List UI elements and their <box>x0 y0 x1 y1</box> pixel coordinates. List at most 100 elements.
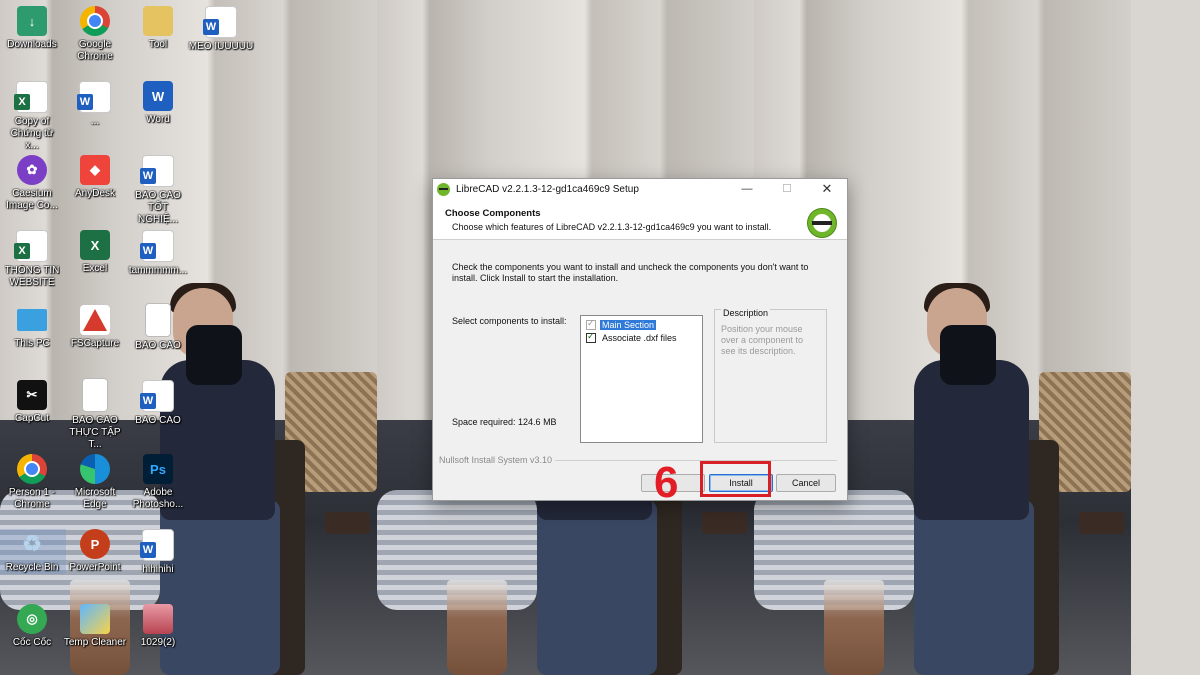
branding-divider <box>555 460 837 461</box>
desktop-icon-anydesk[interactable]: ◆ AnyDesk <box>61 155 129 200</box>
word-document-icon <box>140 230 174 262</box>
desktop-icon-excel[interactable]: X Excel <box>61 230 129 275</box>
desktop-icon-label: Person 1 - Chrome <box>8 487 56 510</box>
component-label: Main Section <box>598 319 658 331</box>
desktop-icon-temp-cleaner[interactable]: Temp Cleaner <box>61 604 129 649</box>
component-associate-dxf[interactable]: Associate .dxf files <box>586 331 679 344</box>
nsis-branding: Nullsoft Install System v3.10 <box>439 455 553 465</box>
desktop-icon-label: Cốc Cốc <box>12 637 52 648</box>
description-groupbox: Description Position your mouse over a c… <box>714 308 827 443</box>
desktop-icon-this-pc[interactable]: This PC <box>0 305 66 350</box>
this-pc-icon <box>17 309 47 331</box>
desktop-icon-label: BÁO CÁO THỰC TẬP T... <box>69 415 121 450</box>
desktop-icon-label: 1029(2) <box>140 637 176 648</box>
desktop-icon-label: THÔNG TIN WEBSITE <box>4 265 60 288</box>
anydesk-icon: ◆ <box>80 155 110 185</box>
component-main-section[interactable]: Main Section <box>586 318 658 331</box>
desktop-icon-bao-cao-tot-nghiep[interactable]: BÁO CÁO TỐT NGHIỆ... <box>124 155 192 226</box>
excel-document-icon <box>14 230 48 262</box>
desktop-icon-label: FSCapture <box>70 338 120 349</box>
desktop-icon-label: Adobe Photosho... <box>132 487 184 510</box>
desktop-icon-meo[interactable]: MEO IUUUUU <box>187 6 255 53</box>
caesium-icon: ✿ <box>17 155 47 185</box>
desktop-icon-label: MEO IUUUUU <box>188 41 254 52</box>
cancel-button[interactable]: Cancel <box>776 474 836 492</box>
header-title: Choose Components <box>445 208 541 219</box>
desktop-icon-label: Tool <box>148 39 168 50</box>
desktop-icon-label: Recycle Bin <box>5 562 59 573</box>
desktop-icon-word[interactable]: W Word <box>124 81 192 126</box>
maximize-button[interactable]: ☐ <box>767 179 807 199</box>
word-document-icon <box>140 155 174 187</box>
downloads-folder-icon: ↓ <box>17 6 47 36</box>
excel-app-icon: X <box>80 230 110 260</box>
desktop-icon-1029[interactable]: 1029(2) <box>124 604 192 649</box>
coccoc-icon: ◎ <box>17 604 47 634</box>
description-text: Position your mouse over a component to … <box>721 324 804 356</box>
document-page-icon <box>145 303 171 337</box>
desktop-icon-label: BÁO CÁO <box>135 415 181 426</box>
minimize-button[interactable]: — <box>727 179 767 199</box>
installer-dialog: LibreCAD v2.2.1.3-12-gd1ca469c9 Setup — … <box>432 178 848 501</box>
dialog-titlebar[interactable]: LibreCAD v2.2.1.3-12-gd1ca469c9 Setup — … <box>433 179 847 199</box>
librecad-logo-icon <box>807 208 837 238</box>
edge-icon <box>80 454 110 484</box>
desktop-icon-label: Microsoft Edge <box>74 487 116 510</box>
desktop-icon-label: Excel <box>82 263 108 274</box>
chrome-profile-icon <box>17 454 47 484</box>
desktop-icon-bao-cao-thuc-tap[interactable]: BÁO CÁO THỰC TẬP T... <box>61 378 129 451</box>
document-page-icon <box>82 378 108 412</box>
desktop-icon-label: hihihihi <box>142 564 174 575</box>
desktop-icon-label: This PC <box>14 338 50 349</box>
desktop-icon-label: BÁO CÁO <box>135 340 181 351</box>
desktop-icon-fscapture[interactable]: FSCapture <box>61 305 129 350</box>
folder-icon <box>143 6 173 36</box>
desktop-icon-label: ... <box>90 116 100 127</box>
desktop-icon-hihihihi[interactable]: hihihihi <box>124 529 192 576</box>
desktop-icon-label: tammmmm... <box>128 265 188 276</box>
desktop-icon-label: Word <box>146 114 170 125</box>
excel-document-icon <box>14 81 48 113</box>
desktop-icon-coccoc[interactable]: ◎ Cốc Cốc <box>0 604 66 649</box>
word-document-icon <box>77 81 111 113</box>
desktop-icon-bao-cao-2[interactable]: BÁO CÁO <box>124 380 192 427</box>
desktop-icon-label: PowerPoint <box>69 562 121 573</box>
fscapture-icon <box>80 305 110 335</box>
photoshop-icon: Ps <box>143 454 173 484</box>
powerpoint-icon: P <box>80 529 110 559</box>
desktop-icon-recycle-bin[interactable]: ♻ Recycle Bin <box>0 529 66 574</box>
desktop-icon-label: Downloads <box>7 39 57 50</box>
recycle-bin-icon: ♻ <box>22 531 42 556</box>
desktop-icon-microsoft-edge[interactable]: Microsoft Edge <box>61 454 129 511</box>
chrome-icon <box>80 6 110 36</box>
components-tree[interactable]: Main Section Associate .dxf files <box>580 315 703 443</box>
description-title: Description <box>721 308 771 318</box>
desktop-icon-person-chrome[interactable]: Person 1 - Chrome <box>0 454 66 511</box>
desktop-icon-powerpoint[interactable]: P PowerPoint <box>61 529 129 574</box>
desktop-icon-label: Google Chrome <box>77 39 113 62</box>
desktop-icon-google-chrome[interactable]: Google Chrome <box>61 6 129 63</box>
word-document-icon <box>140 380 174 412</box>
desktop-icon-label: Copy of Chứng từ x... <box>10 116 54 151</box>
desktop-icon-label: Caesium Image Co... <box>6 188 58 211</box>
main-section-checkbox <box>586 318 596 330</box>
intro-text: Check the components you want to install… <box>452 262 809 283</box>
desktop-icon-photoshop[interactable]: Ps Adobe Photosho... <box>124 454 192 511</box>
desktop-icon-caesium[interactable]: ✿ Caesium Image Co... <box>0 155 66 212</box>
desktop-icon-capcut[interactable]: ✂ CapCut <box>0 380 66 425</box>
desktop-icon-downloads[interactable]: ↓ Downloads <box>0 6 66 51</box>
desktop-icon-tammm[interactable]: tammmmm... <box>124 230 192 277</box>
header-subtitle: Choose which features of LibreCAD v2.2.1… <box>452 222 772 232</box>
desktop-icon-tool[interactable]: Tool <box>124 6 192 51</box>
capcut-icon: ✂ <box>17 380 47 410</box>
desktop-icon-thong-tin-website[interactable]: THÔNG TIN WEBSITE <box>0 230 66 289</box>
desktop-icon-word-doc[interactable]: ... <box>61 81 129 128</box>
step-number-annotation: 6 <box>654 458 679 507</box>
desktop-icon-copy-of-chung-tu[interactable]: Copy of Chứng từ x... <box>0 81 66 152</box>
desktop-icon-bao-cao-1[interactable]: BÁO CÁO <box>124 303 192 352</box>
desktop-icon-label: AnyDesk <box>74 188 115 199</box>
highlight-box-annotation <box>700 461 771 497</box>
space-required-label: Space required: 124.6 MB <box>452 417 557 427</box>
associate-dxf-checkbox[interactable] <box>586 331 596 343</box>
close-button[interactable]: ✕ <box>807 179 847 199</box>
